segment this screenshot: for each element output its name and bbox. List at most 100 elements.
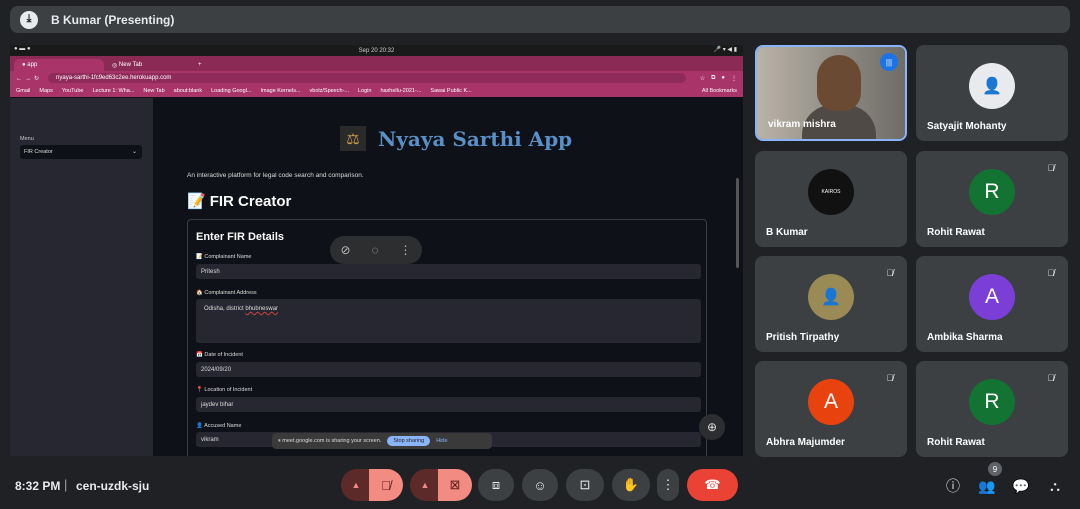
os-status-icons: 🎤 ▾ ◀ ▮ bbox=[713, 47, 737, 53]
stop-sharing-button[interactable]: Stop sharing bbox=[387, 436, 431, 446]
meeting-code: cen-uzdk-sju bbox=[76, 479, 150, 493]
presentation-controls: ⊘ ◌ ⋮ bbox=[330, 236, 422, 264]
section-title-text: FIR Creator bbox=[209, 193, 292, 210]
mic-off-icon: 🎙̸ bbox=[886, 373, 894, 383]
participant-tile[interactable]: 🎙̸ A Ambika Sharma bbox=[916, 256, 1068, 352]
fir-form: Enter FIR Details 📝 Complainant Name Pri… bbox=[187, 219, 707, 456]
menu-label: Menu bbox=[20, 136, 34, 142]
bookmark[interactable]: vbolz/Speech-... bbox=[310, 88, 349, 94]
extensions-icon[interactable]: ⧉ bbox=[711, 75, 715, 82]
eye-off-icon[interactable]: ◌ bbox=[371, 243, 378, 257]
participant-name: vikram mishra bbox=[768, 119, 836, 130]
bookmark[interactable]: about:blank bbox=[174, 88, 202, 94]
bookmark[interactable]: Gmail bbox=[16, 88, 30, 94]
bookmark[interactable]: Maps bbox=[39, 88, 52, 94]
browser-tabstrip: ● app ◎ New Tab + bbox=[10, 56, 743, 71]
captions-icon: ⧈ bbox=[491, 477, 501, 492]
hide-button[interactable]: Hide bbox=[436, 438, 447, 444]
form-title: Enter FIR Details bbox=[196, 231, 285, 243]
participant-name: Rohit Rawat bbox=[927, 227, 985, 238]
profile-photo: 👤 bbox=[808, 274, 854, 320]
camera-options-chevron-icon[interactable]: ▲ bbox=[410, 469, 440, 501]
bookmark[interactable]: haxhellu-2021-... bbox=[380, 88, 421, 94]
complainant-address-input[interactable]: Odisha, district bhubneswar bbox=[196, 299, 701, 343]
date-input[interactable]: 2024/09/20 bbox=[196, 362, 701, 377]
participant-tile[interactable]: KAIROS B Kumar bbox=[755, 151, 907, 247]
sharing-notice-text: meet.google.com is sharing your screen. bbox=[282, 438, 382, 444]
browser-tab[interactable]: ◎ New Tab bbox=[104, 59, 194, 71]
participant-name: Rohit Rawat bbox=[927, 437, 985, 448]
mic-off-icon: 🎙̸ bbox=[381, 477, 391, 493]
raise-hand-button[interactable]: ✋ bbox=[612, 469, 650, 501]
kairos-logo: KAIROS bbox=[808, 169, 854, 215]
memo-icon: 📝 bbox=[187, 193, 206, 210]
zoom-icon[interactable]: ⊕ bbox=[699, 414, 725, 440]
participant-name: Satyajit Mohanty bbox=[927, 121, 1007, 132]
nav-arrows-icon[interactable]: ←→↻ bbox=[16, 75, 42, 82]
participant-name: B Kumar bbox=[766, 227, 808, 238]
all-bookmarks[interactable]: All Bookmarks bbox=[702, 88, 737, 94]
app-tagline: An interactive platform for legal code s… bbox=[187, 172, 364, 179]
participant-tile[interactable]: 🎙̸ A Abhra Majumder bbox=[755, 361, 907, 457]
mic-off-icon: 🎙̸ bbox=[1047, 268, 1055, 278]
complainant-address-label: 🏠 Complainant Address bbox=[196, 290, 257, 296]
participant-tile[interactable]: 🎙̸ R Rohit Rawat bbox=[916, 151, 1068, 247]
participant-tile[interactable]: 👤 Satyajit Mohanty bbox=[916, 45, 1068, 141]
browser-tab[interactable]: ● app bbox=[14, 59, 104, 71]
more-vert-icon[interactable]: ⋮ bbox=[400, 243, 412, 257]
present-screen-icon: ⊡ bbox=[579, 477, 591, 492]
bookmarks-bar: Gmail Maps YouTube Lecture 1: Wha... New… bbox=[10, 85, 743, 97]
mic-off-icon[interactable]: ⊘ bbox=[340, 243, 350, 257]
mic-off-icon: 🎙̸ bbox=[1047, 373, 1055, 383]
app-title: Nyaya Sarthi App bbox=[378, 126, 573, 151]
participant-name: Pritish Tirpathy bbox=[766, 332, 840, 343]
participant-name: Ambika Sharma bbox=[927, 332, 1003, 343]
camera-off-button[interactable]: ⊠ bbox=[438, 469, 472, 501]
people-icon[interactable]: 👥 bbox=[977, 476, 997, 496]
streamlit-app: Menu FIR Creator ⌄ ⚖ Nyaya Sarthi App An… bbox=[10, 98, 743, 456]
profile-photo: 👤 bbox=[969, 63, 1015, 109]
location-input[interactable]: jaydev bihar bbox=[196, 397, 701, 412]
bookmark[interactable]: Sawai Public K... bbox=[430, 88, 471, 94]
scrollbar[interactable] bbox=[736, 178, 739, 268]
bookmark[interactable]: Loading Googl... bbox=[211, 88, 251, 94]
url-field[interactable]: nyaya-sarthi-1fc9ed63c2ee.herokuapp.com bbox=[48, 73, 686, 83]
shared-screen: ● ▬ ● Sep 20 20:32 🎤 ▾ ◀ ▮ ● app ◎ New T… bbox=[10, 45, 743, 456]
captions-button[interactable]: ⧈ bbox=[478, 469, 514, 501]
chat-icon[interactable]: 💬 bbox=[1011, 476, 1031, 496]
new-tab-icon[interactable]: + bbox=[198, 59, 202, 71]
phone-hangup-icon: ☎ bbox=[704, 477, 721, 492]
mic-off-button[interactable]: 🎙̸ bbox=[369, 469, 403, 501]
bookmark[interactable]: Lecture 1: Wha... bbox=[92, 88, 134, 94]
browser-url-bar: ←→↻ nyaya-sarthi-1fc9ed63c2ee.herokuapp.… bbox=[10, 71, 743, 85]
more-options-button[interactable]: ⋮ bbox=[657, 469, 679, 501]
participant-count-badge: 9 bbox=[988, 462, 1002, 476]
complainant-name-input[interactable]: Pritesh bbox=[196, 264, 701, 279]
star-icon[interactable]: ☆ bbox=[700, 75, 705, 82]
more-icon[interactable]: ⋮ bbox=[731, 75, 737, 82]
bookmark[interactable]: Login bbox=[358, 88, 371, 94]
info-icon[interactable]: ⓘ bbox=[943, 476, 963, 496]
bookmark[interactable]: New Tab bbox=[143, 88, 164, 94]
app-main: ⚖ Nyaya Sarthi App An interactive platfo… bbox=[153, 98, 743, 456]
participant-tile[interactable]: 🎙̸ 👤 Pritish Tirpathy bbox=[755, 256, 907, 352]
meeting-controls-bar: 8:32 PM | cen-uzdk-sju ▲ 🎙̸ ▲ ⊠ ⧈ ☺ ⊡ ✋ … bbox=[0, 462, 1080, 509]
leave-call-button[interactable]: ☎ bbox=[687, 469, 738, 501]
participant-tile[interactable]: 🎙̸ R Rohit Rawat bbox=[916, 361, 1068, 457]
participant-tile[interactable]: ||| vikram mishra bbox=[755, 45, 907, 141]
present-button[interactable]: ⊡ bbox=[566, 469, 604, 501]
profile-icon[interactable]: ● bbox=[721, 75, 725, 81]
bookmark[interactable]: Image Kernels... bbox=[260, 88, 300, 94]
os-datetime: Sep 20 20:32 bbox=[358, 47, 395, 54]
menu-select[interactable]: FIR Creator ⌄ bbox=[20, 145, 142, 159]
emoji-button[interactable]: ☺ bbox=[522, 469, 558, 501]
date-label: 📅 Date of Incident bbox=[196, 352, 243, 358]
presenting-icon: ⤓ bbox=[20, 10, 38, 29]
mic-options-chevron-icon[interactable]: ▲ bbox=[341, 469, 371, 501]
avatar: R bbox=[969, 169, 1015, 215]
app-sidebar: Menu FIR Creator ⌄ bbox=[10, 98, 153, 456]
bookmark[interactable]: YouTube bbox=[62, 88, 84, 94]
sharing-notice: ⏸ meet.google.com is sharing your screen… bbox=[272, 433, 492, 449]
avatar: A bbox=[808, 379, 854, 425]
activities-icon[interactable]: ⛬ bbox=[1045, 476, 1065, 496]
